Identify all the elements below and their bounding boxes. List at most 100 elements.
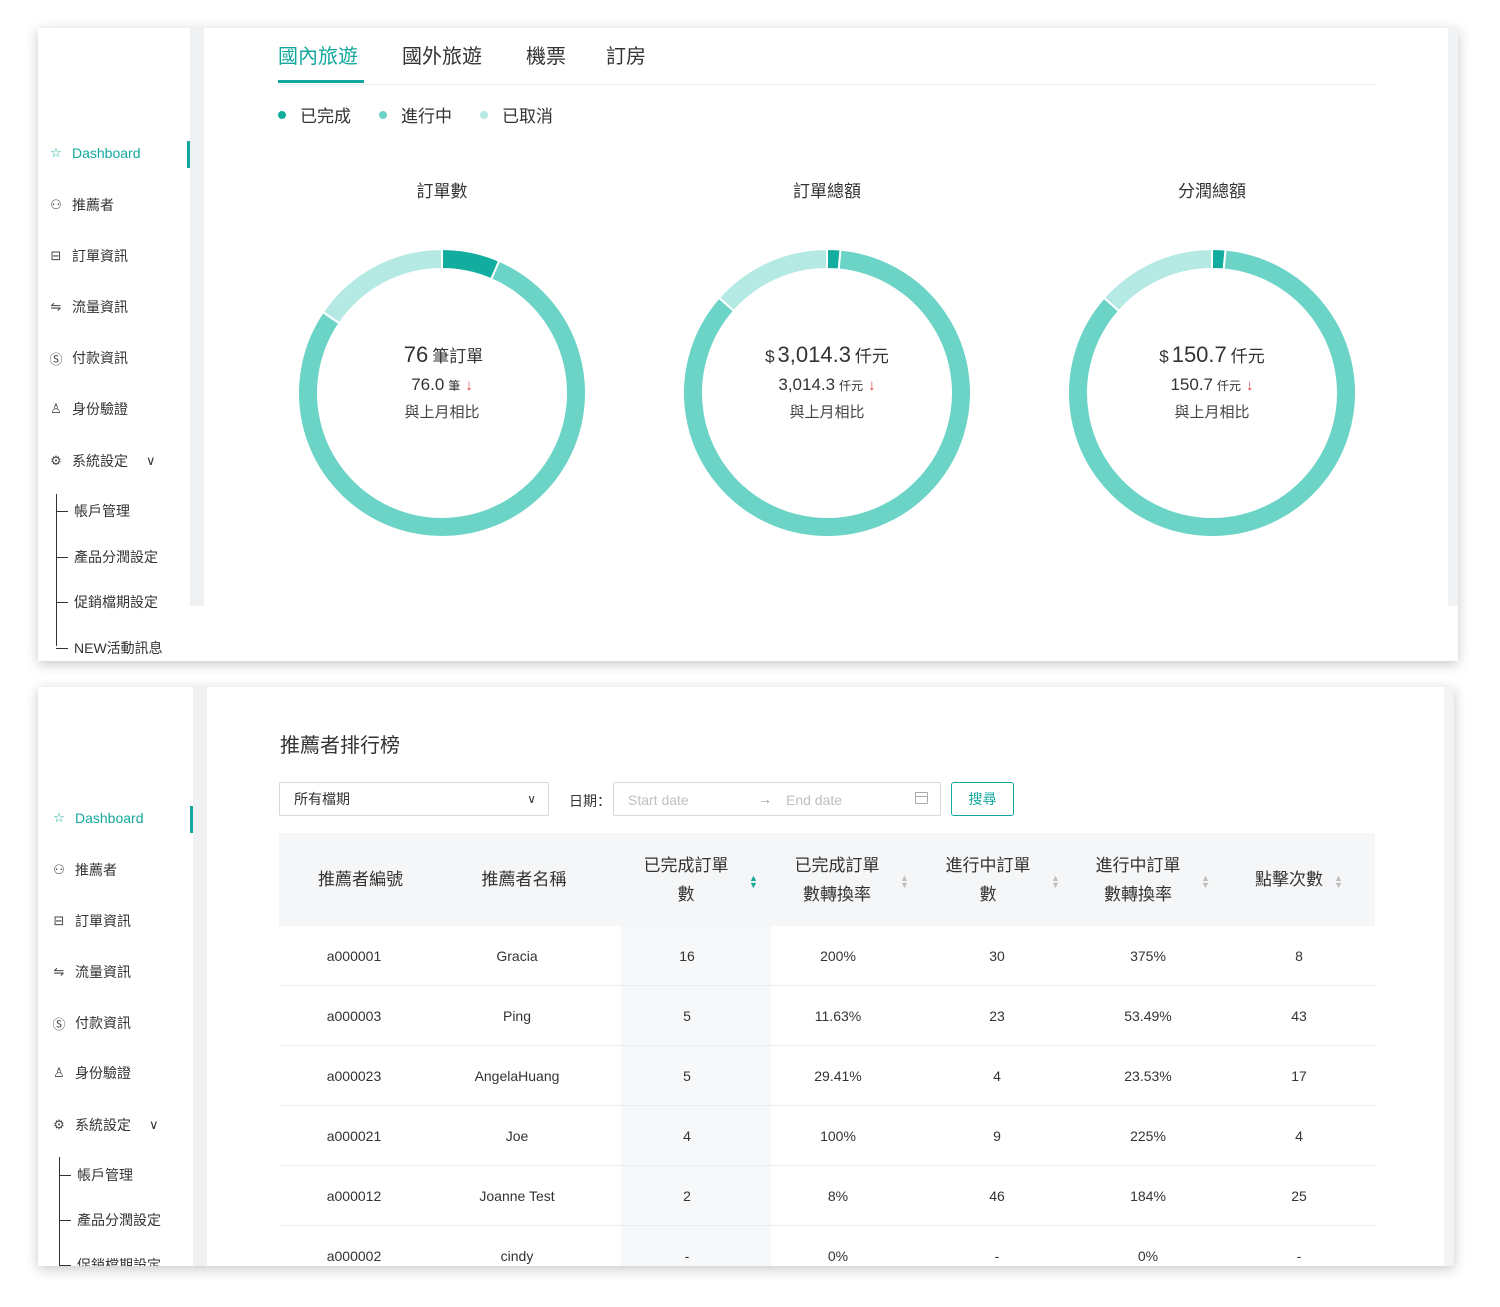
tab-hotels[interactable]: 訂房 <box>606 40 646 69</box>
legend-item-cancelled[interactable]: 已取消 <box>480 102 553 127</box>
table-row: a000002 cindy - 0% - 0% - <box>279 1226 1375 1266</box>
legend-item-completed[interactable]: 已完成 <box>278 102 351 127</box>
sidebar-item-payment[interactable]: Ⓢ 付款資訊 <box>48 348 128 368</box>
donut-center-profit-total: $150.7 仟元 150.7 仟元 ↓ 與上月相比 <box>1047 340 1377 422</box>
sub-item-promo-settings[interactable]: 促銷檔期設定 <box>59 1255 161 1266</box>
legend-dot <box>480 110 488 119</box>
sub-item-label: 促銷檔期設定 <box>74 594 158 610</box>
column-header-completed-orders[interactable]: 已完成訂單數 <box>606 833 766 926</box>
scrollbar-track[interactable] <box>1444 687 1454 1266</box>
sort-icon[interactable]: ▲ ▼ <box>900 874 909 890</box>
tab-flights[interactable]: 機票 <box>526 40 566 69</box>
compare-unit: 仟元 <box>1217 379 1242 393</box>
sidebar-item-settings[interactable]: ⚙ 系統設定 ∨ <box>51 1115 159 1135</box>
donut-center-orders: 76 筆訂單 76.0 筆 ↓ 與上月相比 <box>277 340 607 422</box>
sidebar-item-identity[interactable]: ♙ 身份驗證 <box>51 1063 131 1083</box>
table-cell: - <box>684 1247 690 1264</box>
gear-icon: ⚙ <box>53 1117 65 1132</box>
legend-dot <box>278 110 286 119</box>
sidebar-item-identity[interactable]: ♙ 身份驗證 <box>48 399 128 419</box>
table-cell: 4 <box>683 1127 691 1144</box>
legend-dot <box>379 110 387 119</box>
sub-item-label: 帳戶管理 <box>77 1167 133 1183</box>
end-date-input[interactable]: End date <box>786 792 842 808</box>
order-icon: ⊟ <box>50 248 62 263</box>
sub-item-profit-settings[interactable]: 產品分潤設定 <box>56 547 158 567</box>
sidebar-item-referrers[interactable]: ⚇ 推薦者 <box>48 195 114 215</box>
sub-item-accounts[interactable]: 帳戶管理 <box>59 1165 133 1185</box>
chart-title-profit-total: 分潤總額 <box>1178 182 1246 201</box>
table-cell: a000002 <box>326 1247 382 1264</box>
sort-icon[interactable]: ▲ ▼ <box>1201 874 1210 890</box>
arrow-down-icon: ↓ <box>868 377 876 394</box>
sort-icon[interactable]: ▲ ▼ <box>1051 874 1060 890</box>
column-header-completed-conversion[interactable]: 已完成訂單 數轉換率 <box>766 833 908 926</box>
ranking-table: 推薦者編號 推薦者名稱 已完成訂單數 ▲ ▼ 已完成訂單 數轉換率 ▲ ▼ 進行中訂單… <box>279 833 1375 1266</box>
table-cell: 29.41% <box>814 1067 862 1084</box>
column-header-in-progress-orders[interactable]: 進行中訂單數 <box>917 833 1059 926</box>
sub-item-label: NEW活動訊息 <box>74 640 163 656</box>
table-cell: 100% <box>820 1127 856 1144</box>
sidebar-item-traffic[interactable]: ⇋ 流量資訊 <box>51 962 131 982</box>
table-cell: 8 <box>1295 947 1303 964</box>
sidebar-item-label: 系統設定 <box>75 1117 131 1133</box>
table-cell: 184% <box>1130 1187 1166 1204</box>
swap-icon: ⇋ <box>50 299 62 314</box>
period-select-value: 所有檔期 <box>294 791 350 807</box>
sub-item-new-events[interactable]: NEW活動訊息 <box>56 638 163 658</box>
compare-unit: 仟元 <box>839 379 864 393</box>
user-icon: ♙ <box>53 1065 65 1080</box>
start-date-input[interactable]: Start date <box>628 792 689 808</box>
table-cell: a000023 <box>326 1067 382 1084</box>
compare-value: 76.0 <box>411 375 445 394</box>
main-value: 3,014.3 <box>777 342 851 367</box>
sidebar-item-orders[interactable]: ⊟ 訂單資訊 <box>51 911 131 931</box>
sidebar-item-referrers[interactable]: ⚇ 推薦者 <box>51 860 117 880</box>
sidebar-item-traffic[interactable]: ⇋ 流量資訊 <box>48 297 128 317</box>
table-cell: 30 <box>989 947 1005 964</box>
table-cell: 200% <box>820 947 856 964</box>
table-cell: 2 <box>683 1187 691 1204</box>
table-cell: a000001 <box>326 947 382 964</box>
table-cell: a000012 <box>326 1187 382 1204</box>
sidebar-item-label: 付款資訊 <box>72 350 128 366</box>
sidebar: ☆ Dashboard ⚇ 推薦者 ⊟ 訂單資訊 ⇋ 流量資訊 Ⓢ 付款資訊 ♙… <box>38 687 193 1266</box>
period-select[interactable]: 所有檔期 ∨ <box>279 782 549 816</box>
user-group-icon: ⚇ <box>50 197 62 212</box>
sub-item-accounts[interactable]: 帳戶管理 <box>56 501 130 521</box>
tab-overseas-travel[interactable]: 國外旅遊 <box>402 40 482 69</box>
legend-item-in-progress[interactable]: 進行中 <box>379 102 452 127</box>
sidebar-item-label: 訂單資訊 <box>75 913 131 929</box>
table-cell: 16 <box>679 947 695 964</box>
date-range-picker[interactable]: Start date → End date <box>613 782 941 816</box>
table-cell: 4 <box>993 1067 1001 1084</box>
chevron-down-icon: ∨ <box>149 1117 159 1132</box>
sidebar-item-dashboard[interactable]: ☆ Dashboard <box>51 810 143 826</box>
sidebar-item-label: 推薦者 <box>72 197 114 213</box>
sub-item-label: 產品分潤設定 <box>74 549 158 565</box>
slice-completed <box>441 247 501 281</box>
sub-item-profit-settings[interactable]: 產品分潤設定 <box>59 1210 161 1230</box>
slice-cancelled <box>717 247 828 313</box>
slice-cancelled <box>1102 247 1213 313</box>
table-cell: 225% <box>1130 1127 1166 1144</box>
slice-cancelled <box>321 247 443 325</box>
chart-legend: 已完成 進行中 已取消 <box>278 102 581 127</box>
sort-icon[interactable]: ▲ ▼ <box>1334 874 1343 890</box>
sidebar-item-dashboard[interactable]: ☆ Dashboard <box>48 145 140 161</box>
sidebar-item-label: 身份驗證 <box>72 401 128 417</box>
column-header-in-progress-conversion[interactable]: 進行中訂單 數轉換率 <box>1067 833 1209 926</box>
search-button[interactable]: 搜尋 <box>951 782 1014 816</box>
arrow-right-icon: → <box>758 791 772 807</box>
sub-item-promo-settings[interactable]: 促銷檔期設定 <box>56 592 158 612</box>
tab-domestic-travel[interactable]: 國內旅遊 <box>278 40 358 69</box>
sidebar-gutter <box>193 687 207 1266</box>
scrollbar-track[interactable] <box>1448 28 1458 606</box>
section-title: 推薦者排行榜 <box>280 735 400 757</box>
table-cell: AngelaHuang <box>474 1067 560 1084</box>
sidebar-item-settings[interactable]: ⚙ 系統設定 ∨ <box>48 451 155 471</box>
sort-icon[interactable]: ▲ ▼ <box>749 874 758 890</box>
sidebar-item-label: 流量資訊 <box>72 299 128 315</box>
sidebar-item-payment[interactable]: Ⓢ 付款資訊 <box>51 1013 131 1033</box>
sidebar-item-orders[interactable]: ⊟ 訂單資訊 <box>48 246 128 266</box>
